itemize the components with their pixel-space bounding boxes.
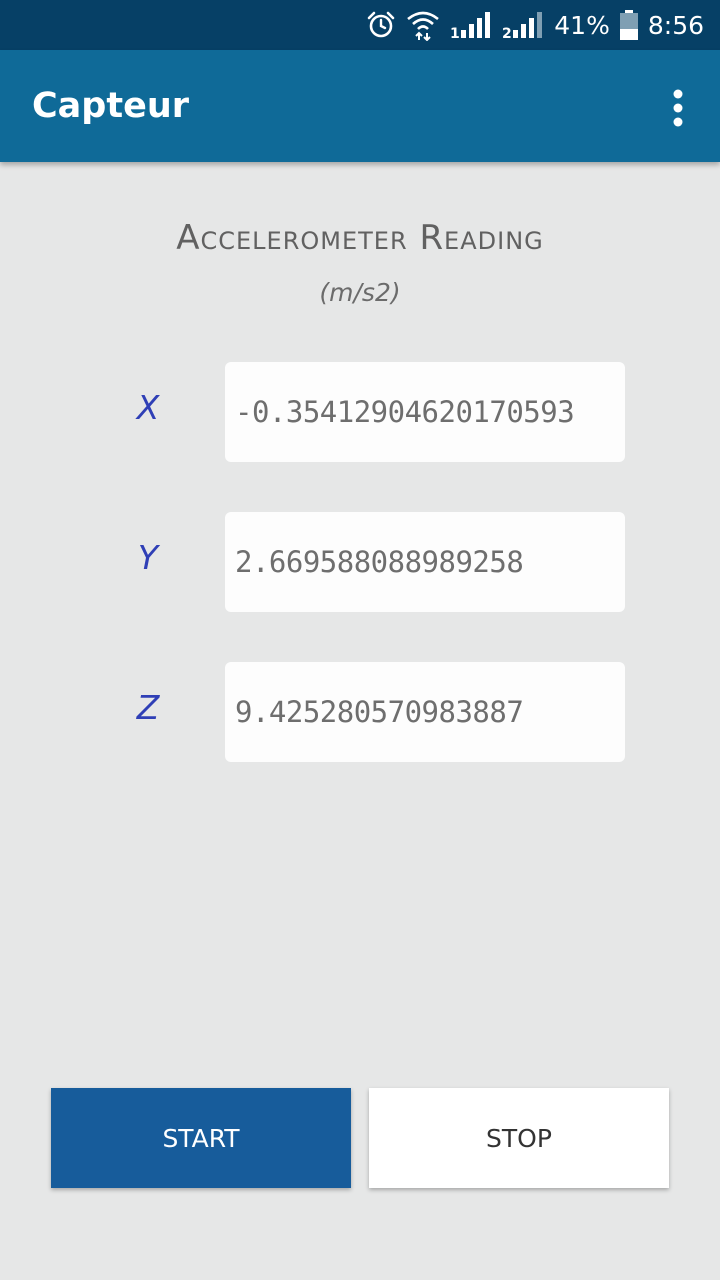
x-value: -0.35412904620170593 [235, 395, 575, 429]
signal-sim2-icon: 2 [502, 12, 543, 40]
more-vert-icon[interactable] [658, 88, 698, 128]
z-value-field[interactable]: 9.425280570983887 [225, 662, 625, 762]
app-title: Capteur [32, 86, 190, 126]
status-icons: 1 2 41% 8:56 [366, 0, 704, 50]
status-bar: 1 2 41% 8:56 [0, 0, 720, 50]
reading-unit: (m/s2) [319, 278, 401, 307]
axis-label-x: X [136, 388, 160, 427]
signal-sim1-icon: 1 [450, 12, 491, 40]
y-value: 2.669588088989258 [235, 545, 524, 579]
reading-title: Accelerometer Reading [176, 218, 544, 258]
z-value: 9.425280570983887 [235, 695, 524, 729]
svg-text:1: 1 [450, 26, 460, 40]
x-value-field[interactable]: -0.35412904620170593 [225, 362, 625, 462]
app-bar: Capteur [0, 50, 720, 162]
axis-label-z: Z [136, 688, 160, 727]
axis-label-y: Y [137, 538, 159, 577]
alarm-icon [367, 11, 395, 38]
battery-icon [619, 10, 638, 40]
y-value-field[interactable]: 2.669588088989258 [225, 512, 625, 612]
start-button[interactable]: START [51, 1088, 351, 1188]
clock: 8:56 [647, 10, 704, 40]
stop-button[interactable]: STOP [369, 1088, 669, 1188]
svg-text:2: 2 [502, 26, 512, 40]
wifi-icon [407, 11, 440, 41]
battery-percent: 41% [554, 10, 610, 40]
